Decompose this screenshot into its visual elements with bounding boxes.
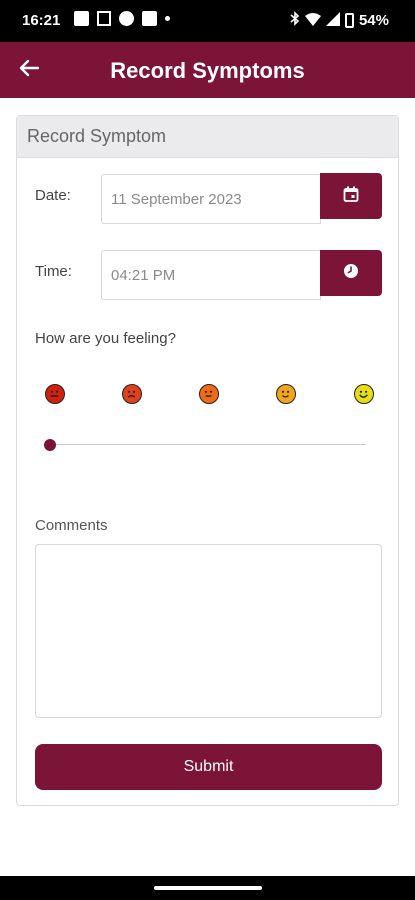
submit-button[interactable]: Submit [35, 744, 382, 790]
happy-face-icon[interactable] [354, 384, 374, 404]
signal-icon [325, 11, 340, 30]
square-icon [142, 11, 157, 26]
time-label: Time: [35, 263, 72, 280]
comments-label: Comments [35, 517, 108, 534]
card-header: Record Symptom [17, 116, 398, 158]
comments-textarea[interactable] [35, 544, 382, 718]
clock-icon [343, 263, 359, 284]
status-bar: 16:21 54% [0, 0, 415, 42]
status-time: 16:21 [22, 12, 61, 29]
feeling-slider-track[interactable] [50, 444, 366, 445]
home-gesture-handle[interactable] [154, 886, 262, 890]
dot-icon [165, 16, 170, 21]
page-title: Record Symptoms [110, 58, 305, 83]
bluetooth-icon [290, 11, 300, 30]
very-sad-face-icon[interactable] [45, 384, 65, 404]
neutral-face-icon[interactable] [199, 384, 219, 404]
feeling-label: How are you feeling? [35, 330, 176, 347]
photo-icon [74, 11, 89, 26]
app-bar: Record Symptoms [0, 42, 415, 98]
status-right-icons: 54% [290, 11, 389, 30]
time-field[interactable]: 04:21 PM [101, 250, 321, 300]
date-label: Date: [35, 187, 71, 204]
feeling-slider-thumb[interactable] [44, 439, 56, 451]
date-picker-button[interactable] [320, 173, 382, 219]
sim-icon [97, 11, 111, 26]
record-symptom-card: Record Symptom Date: 11 September 2023 T… [16, 115, 399, 806]
wifi-icon [304, 12, 321, 30]
sad-face-icon[interactable] [122, 384, 142, 404]
time-picker-button[interactable] [320, 250, 382, 296]
calendar-icon [343, 186, 359, 207]
status-left-icons [74, 11, 170, 26]
slight-smile-face-icon[interactable] [276, 384, 296, 404]
system-nav-bar [0, 876, 415, 900]
battery-percent: 54% [358, 12, 389, 29]
circle-icon [119, 11, 134, 26]
date-field[interactable]: 11 September 2023 [101, 174, 321, 224]
battery-icon [344, 13, 354, 28]
